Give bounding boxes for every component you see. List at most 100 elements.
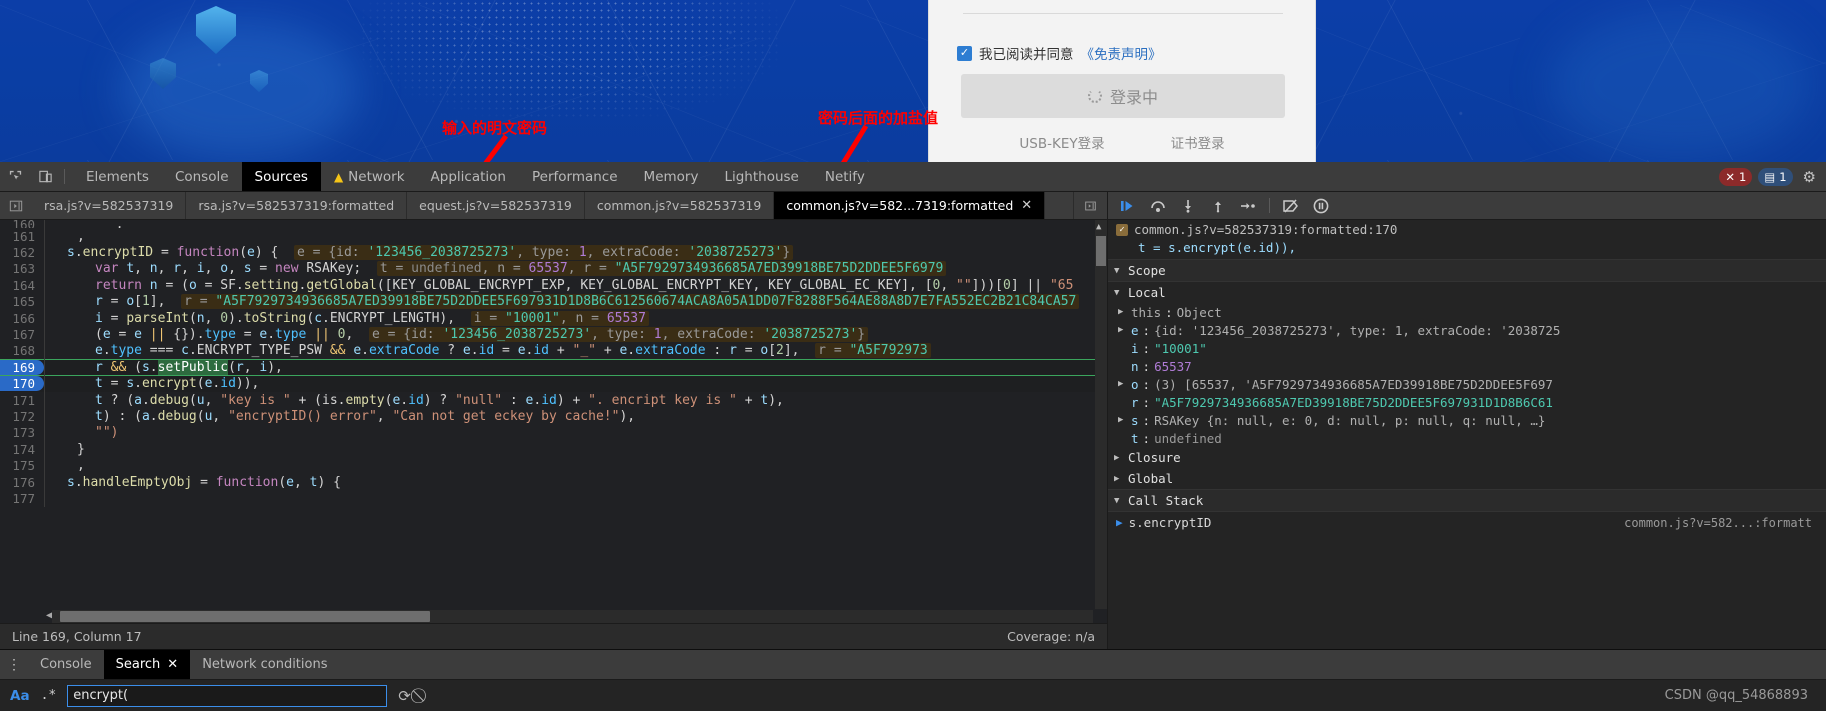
drawer-tabbar: ⋮ Console Search ✕ Network conditions bbox=[0, 650, 1826, 680]
checkbox-icon[interactable]: ✓ bbox=[1116, 223, 1128, 236]
message-count-badge[interactable]: ▤ 1 bbox=[1758, 167, 1793, 186]
property-name: t bbox=[1131, 430, 1139, 446]
line-number[interactable]: 170 bbox=[0, 376, 44, 392]
gutter-divider bbox=[44, 441, 45, 458]
scrollbar-thumb[interactable] bbox=[60, 611, 430, 622]
step-out-icon[interactable] bbox=[1204, 195, 1232, 217]
background-glow bbox=[120, 20, 360, 160]
code-line: 171 t ? (a.debug(u, "key is " + (is.empt… bbox=[0, 391, 1095, 409]
tab-lighthouse[interactable]: Lighthouse bbox=[711, 162, 811, 191]
editor-horizontal-scrollbar[interactable]: ◀ bbox=[46, 610, 1093, 623]
code-editor[interactable]: 160 , 161 , 162 s.encryptID = function(e… bbox=[0, 220, 1107, 623]
file-tab-rsa[interactable]: rsa.js?v=582537319 bbox=[32, 192, 187, 219]
scope-property[interactable]: i: "10001" bbox=[1108, 339, 1826, 357]
chevron-down-icon: ▼ bbox=[1114, 287, 1120, 298]
more-options-icon[interactable]: ⋮ bbox=[0, 650, 28, 679]
code-text: s.encryptID = function(e) { e = {id: '12… bbox=[53, 245, 794, 261]
step-into-icon[interactable] bbox=[1174, 195, 1202, 217]
scope-label: Scope bbox=[1128, 263, 1166, 278]
error-count-badge[interactable]: ✕ 1 bbox=[1719, 167, 1753, 186]
tab-sources[interactable]: Sources bbox=[241, 162, 321, 191]
tab-elements[interactable]: Elements bbox=[73, 162, 162, 191]
close-icon[interactable]: ✕ bbox=[1021, 198, 1032, 213]
line-number: 162 bbox=[12, 245, 35, 261]
tab-performance[interactable]: Performance bbox=[519, 162, 631, 191]
resume-script-icon[interactable] bbox=[1114, 195, 1142, 217]
chevron-right-icon[interactable]: ▶ bbox=[1118, 415, 1127, 425]
property-value: undefined bbox=[1154, 430, 1222, 446]
file-tab-common[interactable]: common.js?v=582537319 bbox=[585, 192, 775, 219]
device-toolbar-icon[interactable] bbox=[30, 162, 60, 191]
regex-toggle[interactable]: .* bbox=[41, 688, 57, 703]
tab-application[interactable]: Application bbox=[418, 162, 519, 191]
file-tab-rsa-formatted[interactable]: rsa.js?v=582537319:formatted bbox=[186, 192, 408, 219]
gear-icon[interactable]: ⚙ bbox=[1799, 168, 1820, 186]
debugger-toolbar bbox=[1108, 192, 1826, 220]
editor-status-bar: Line 169, Column 17 Coverage: n/a bbox=[0, 623, 1107, 649]
line-number[interactable]: 169 bbox=[0, 359, 44, 375]
certificate-login-link[interactable]: 证书登录 bbox=[1171, 132, 1225, 152]
scrollbar-thumb[interactable] bbox=[1096, 236, 1106, 266]
global-label: Global bbox=[1128, 471, 1174, 486]
file-tab-label: rsa.js?v=582537319 bbox=[44, 198, 174, 213]
chevron-right-icon[interactable]: ▶ bbox=[1118, 379, 1127, 389]
pause-on-exceptions-icon[interactable] bbox=[1307, 195, 1335, 217]
usb-key-login-link[interactable]: USB-KEY登录 bbox=[1019, 132, 1104, 152]
scope-property[interactable]: ▶ s: RSAKey {n: null, e: 0, d: null, p: … bbox=[1108, 411, 1826, 429]
tab-network[interactable]: ▲ Network bbox=[321, 162, 418, 191]
scroll-left-arrow-icon[interactable]: ◀ bbox=[46, 610, 52, 621]
agreement-checkbox[interactable]: ✓ bbox=[957, 45, 972, 61]
close-icon[interactable]: ✕ bbox=[167, 657, 178, 672]
tab-console[interactable]: Console bbox=[162, 162, 242, 191]
call-stack-frame[interactable]: ▶ s.encryptID common.js?v=582...:formatt bbox=[1108, 512, 1826, 533]
scope-property[interactable]: ▶ this: Object bbox=[1108, 303, 1826, 321]
scope-property[interactable]: n: 65537 bbox=[1108, 357, 1826, 375]
gutter-divider bbox=[44, 260, 45, 278]
warning-icon: ▲ bbox=[333, 169, 344, 184]
code-text: t = s.encrypt(e.id)), bbox=[95, 376, 260, 392]
show-navigator-icon[interactable] bbox=[0, 192, 32, 219]
match-case-toggle[interactable]: Aa bbox=[10, 688, 30, 704]
drawer-tab-network-conditions[interactable]: Network conditions bbox=[190, 650, 339, 679]
tab-memory[interactable]: Memory bbox=[631, 162, 712, 191]
inspect-element-icon[interactable] bbox=[0, 162, 30, 191]
chevron-right-icon[interactable]: ▶ bbox=[1118, 307, 1127, 317]
step-icon[interactable] bbox=[1234, 195, 1262, 217]
drawer-tab-console[interactable]: Console bbox=[28, 650, 104, 679]
closure-scope-header[interactable]: ▶ Closure bbox=[1108, 447, 1826, 468]
search-input[interactable] bbox=[67, 684, 388, 707]
editor-vertical-scrollbar[interactable]: ▲ bbox=[1095, 220, 1107, 609]
code-line: 160 , bbox=[0, 220, 1095, 228]
scope-section-header[interactable]: ▼ Scope bbox=[1108, 259, 1826, 282]
login-button[interactable]: 登录中 bbox=[961, 74, 1285, 118]
gutter-divider bbox=[44, 473, 45, 491]
local-scope-header[interactable]: ▼ Local bbox=[1108, 282, 1826, 303]
background-dot-grid bbox=[360, 0, 780, 120]
scope-property[interactable]: r: "A5F7929734936685A7ED39918BE75D2DDEE5… bbox=[1108, 393, 1826, 411]
tab-label: Sources bbox=[254, 168, 308, 185]
code-lines: 160 , 161 , 162 s.encryptID = function(e… bbox=[0, 220, 1095, 609]
file-tab-request[interactable]: equest.js?v=582537319 bbox=[407, 192, 585, 219]
breakpoint-item[interactable]: ✓ common.js?v=582537319:formatted:170 bbox=[1108, 220, 1826, 239]
tab-netify[interactable]: Netify bbox=[812, 162, 878, 191]
scope-property[interactable]: ▶ e: {id: '123456_2038725273', type: 1, … bbox=[1108, 321, 1826, 339]
refresh-icon[interactable]: ⟳ bbox=[398, 687, 411, 705]
file-tab-common-formatted[interactable]: common.js?v=582...7319:formatted ✕ bbox=[774, 192, 1046, 219]
scroll-up-arrow-icon[interactable]: ▲ bbox=[1096, 222, 1101, 232]
disclaimer-link[interactable]: 《免责声明》 bbox=[1081, 43, 1162, 63]
drawer-tab-search[interactable]: Search ✕ bbox=[103, 650, 191, 679]
chevron-right-icon[interactable]: ▶ bbox=[1118, 325, 1127, 335]
step-over-icon[interactable] bbox=[1144, 195, 1172, 217]
scope-property[interactable]: ▶ o: (3) [65537, 'A5F7929734936685A7ED39… bbox=[1108, 375, 1826, 393]
call-stack-section-header[interactable]: ▼ Call Stack bbox=[1108, 489, 1826, 512]
deactivate-breakpoints-icon[interactable] bbox=[1277, 195, 1305, 217]
coverage-status: Coverage: n/a bbox=[1007, 629, 1095, 644]
inline-debug-value: e = {id: '123456_2038725273', type: 1, e… bbox=[294, 245, 794, 261]
more-tabs-icon[interactable] bbox=[1073, 192, 1107, 219]
code-text: } bbox=[77, 441, 85, 457]
scope-property[interactable]: t: undefined bbox=[1108, 429, 1826, 447]
agreement-row[interactable]: ✓ 我已阅读并同意 《免责声明》 bbox=[957, 43, 1162, 63]
global-scope-header[interactable]: ▶ Global bbox=[1108, 468, 1826, 489]
gutter-divider bbox=[44, 408, 45, 425]
tab-label: Lighthouse bbox=[724, 168, 799, 185]
